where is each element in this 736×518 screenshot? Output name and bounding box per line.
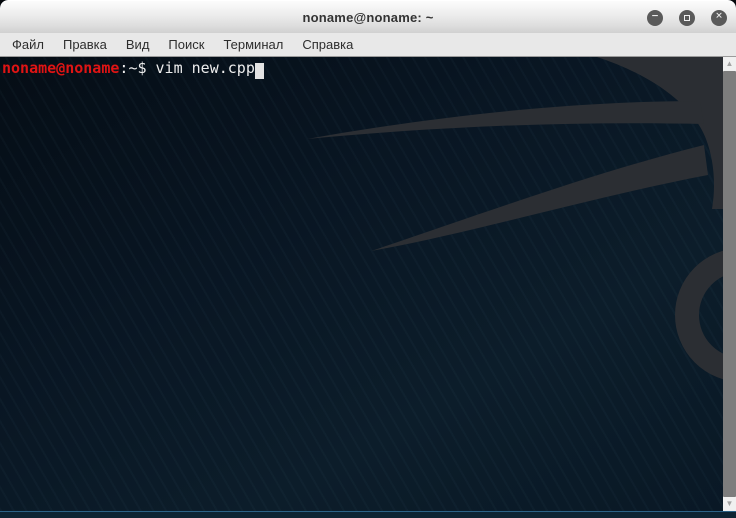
maximize-icon <box>684 14 690 21</box>
kali-dragon-watermark <box>307 57 736 382</box>
menu-item-view[interactable]: Вид <box>124 35 152 54</box>
scroll-down-button[interactable]: ▼ <box>723 497 736 511</box>
close-icon: ✕ <box>715 11 723 22</box>
window-controls: − ✕ <box>647 1 727 34</box>
menu-item-edit[interactable]: Правка <box>61 35 109 54</box>
title-bar[interactable]: noname@noname: ~ − ✕ <box>0 0 736 33</box>
menu-item-file[interactable]: Файл <box>10 35 46 54</box>
scrollbar-thumb[interactable] <box>723 71 736 497</box>
command-text: vim new.cpp <box>155 59 255 77</box>
menu-item-terminal[interactable]: Терминал <box>221 35 285 54</box>
scroll-up-icon: ▲ <box>725 59 734 68</box>
prompt-user-host: noname@noname <box>2 59 120 77</box>
prompt-symbol: $ <box>137 59 156 77</box>
terminal-screen[interactable]: noname@noname:~$ vim new.cpp <box>0 57 736 511</box>
scroll-down-icon: ▼ <box>725 499 734 508</box>
minimize-button[interactable]: − <box>647 9 663 26</box>
minimize-icon: − <box>651 11 659 22</box>
scroll-up-button[interactable]: ▲ <box>723 57 736 71</box>
terminal-window: noname@noname: ~ − ✕ Файл Правка Вид Пои… <box>0 0 736 518</box>
menu-item-help[interactable]: Справка <box>300 35 355 54</box>
terminal-prompt-line: noname@noname:~$ vim new.cpp <box>2 59 264 79</box>
maximize-button[interactable] <box>679 9 695 26</box>
close-button[interactable]: ✕ <box>711 9 727 26</box>
scrollbar[interactable]: ▲ ▼ <box>723 57 736 511</box>
terminal-cursor <box>254 63 264 79</box>
window-bottom-border <box>0 511 736 518</box>
menu-bar: Файл Правка Вид Поиск Терминал Справка <box>0 33 736 57</box>
menu-item-search[interactable]: Поиск <box>166 35 206 54</box>
window-title: noname@noname: ~ <box>302 10 434 25</box>
